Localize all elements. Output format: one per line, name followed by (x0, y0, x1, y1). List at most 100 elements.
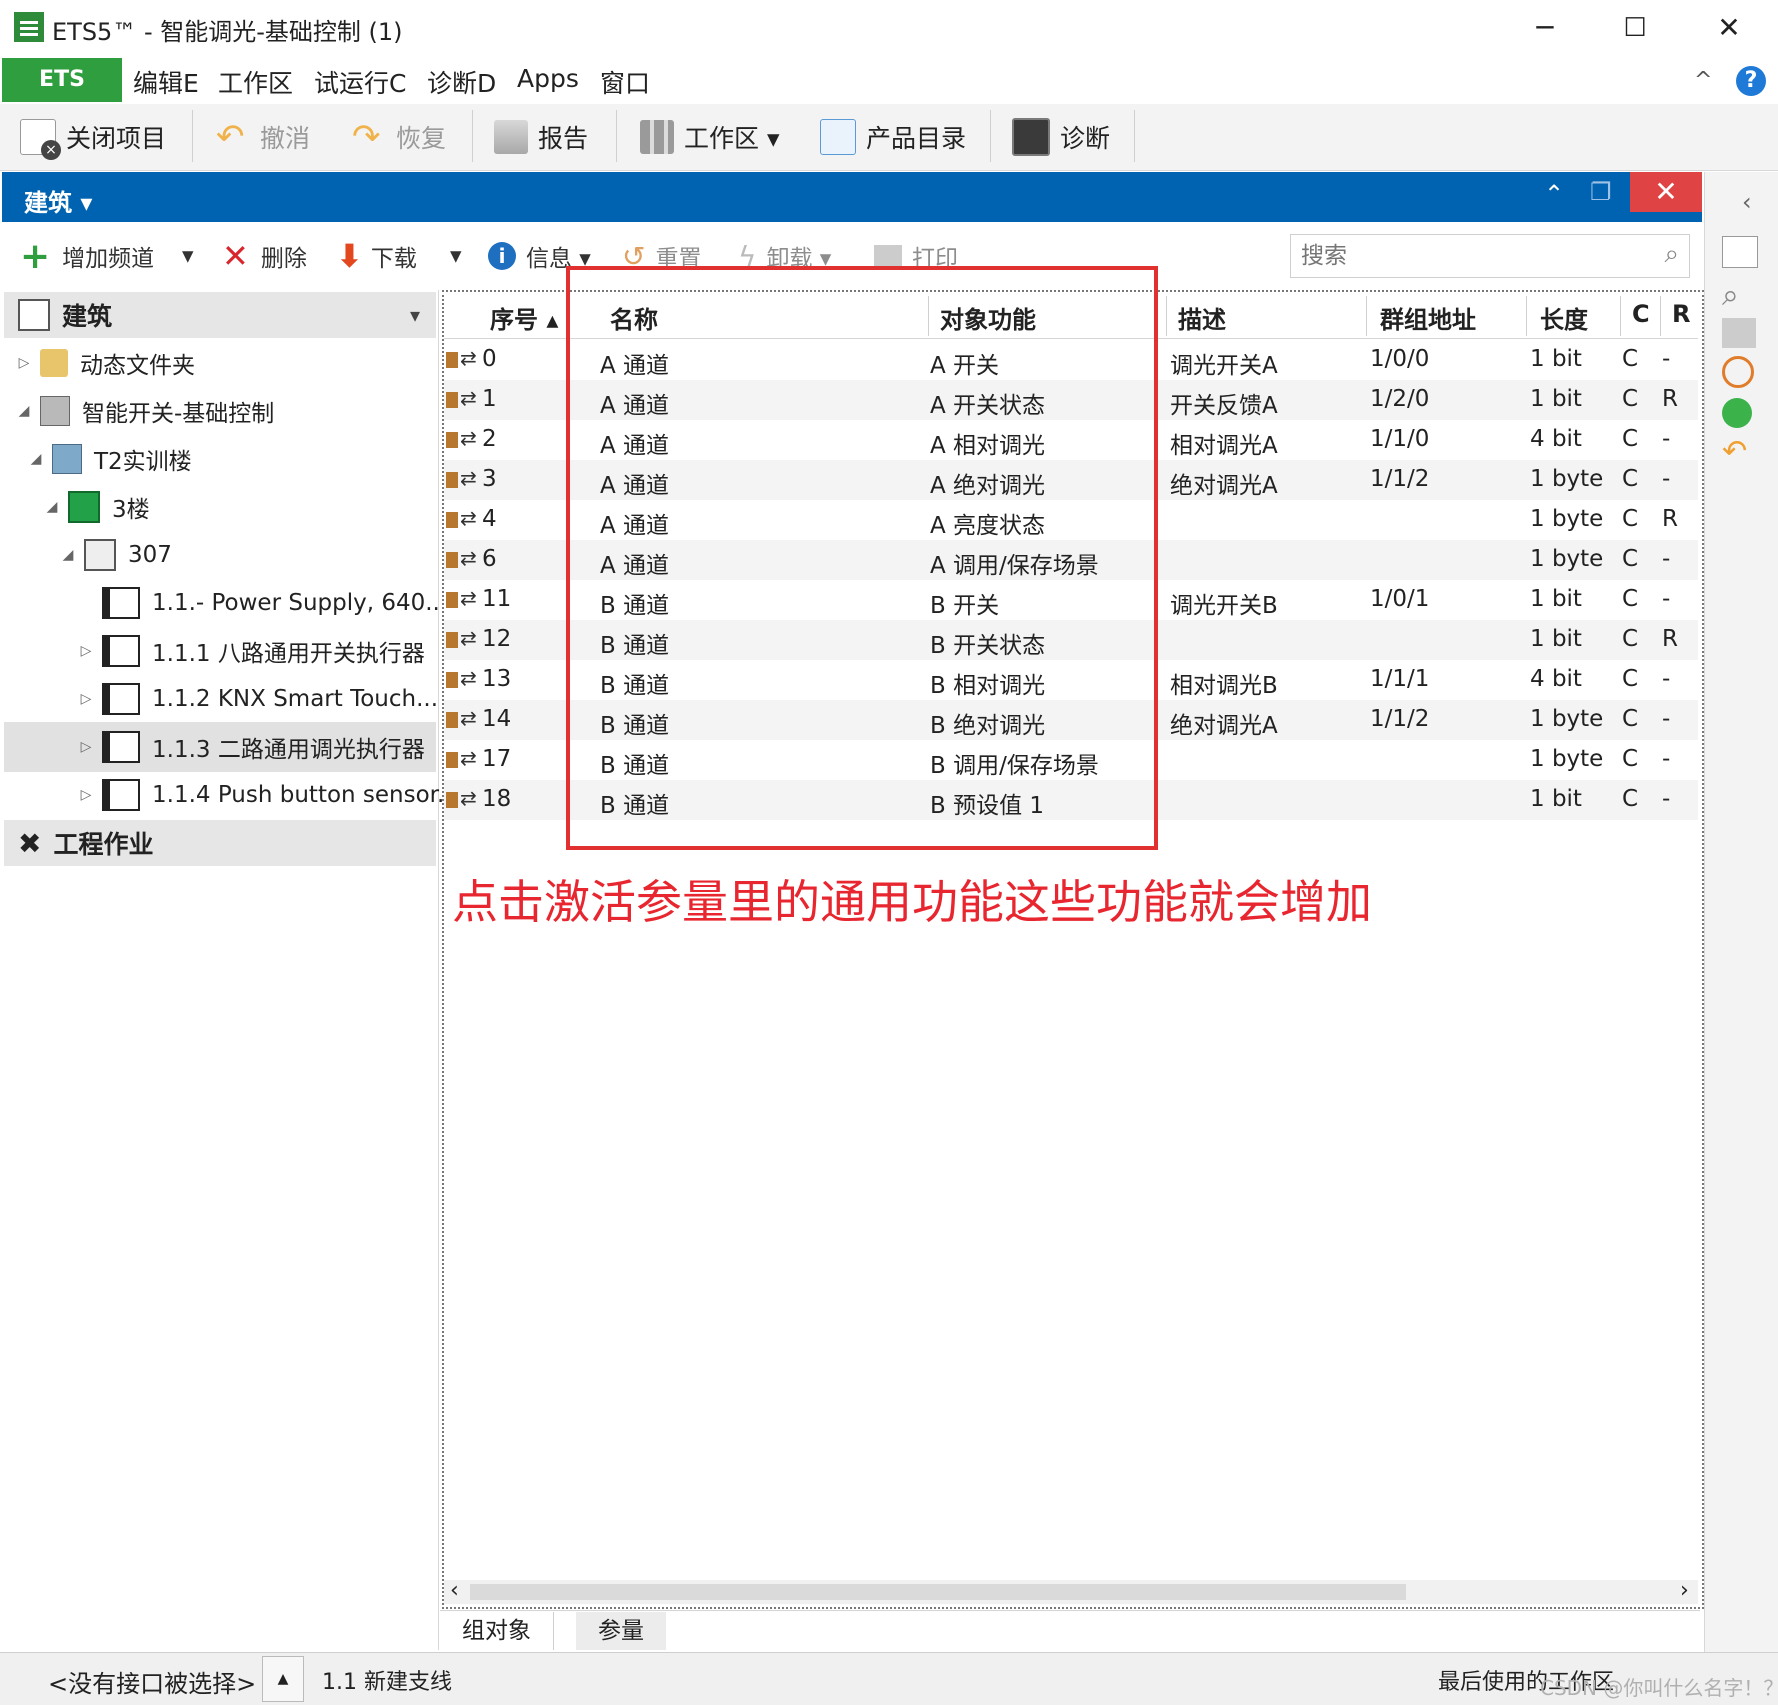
properties-icon[interactable] (1722, 236, 1758, 268)
cell-r-flag: R (1662, 506, 1678, 532)
panel-up-icon[interactable]: ⌃ (1544, 180, 1564, 208)
workspace-button[interactable]: 工作区 ▾ (640, 114, 780, 160)
tree-item-device-1-1-4[interactable]: ▷ 1.1.4 Push button sensor... (78, 772, 459, 818)
expand-arrow-icon[interactable]: ▷ (78, 739, 94, 755)
tree-item-device-power-supply[interactable]: 1.1.- Power Supply, 640... (78, 580, 447, 626)
tree-item-project[interactable]: ◢ 智能开关-基础控制 (16, 388, 274, 434)
collapse-arrow-icon[interactable]: ◢ (28, 451, 44, 467)
panel-icon[interactable] (1722, 318, 1756, 348)
tree-item-device-1-1-1[interactable]: ▷ 1.1.1 八路通用开关执行器 (78, 628, 425, 674)
column-header-group-address[interactable]: 群组地址 (1380, 300, 1476, 335)
minimize-button[interactable]: ─ (1510, 8, 1580, 48)
interface-selector[interactable]: <没有接口被选择> (48, 1664, 256, 1699)
collapse-arrow-icon[interactable]: ◢ (60, 547, 76, 563)
device-icon (102, 731, 140, 763)
column-separator (1620, 296, 1621, 336)
menu-window[interactable]: 窗口 (600, 64, 650, 100)
tree-item-dynamic-folder[interactable]: ▷ 动态文件夹 (16, 340, 195, 386)
room-icon (84, 539, 116, 571)
expand-arrow-icon[interactable]: ▷ (78, 643, 94, 659)
catalog-button[interactable]: 产品目录 (820, 114, 966, 160)
collapse-arrow-icon[interactable]: ◢ (44, 499, 60, 515)
tree-item-label: 307 (128, 542, 172, 568)
tree-section-work[interactable]: ✖ 工程作业 (4, 820, 436, 866)
tree-item-device-1-1-2[interactable]: ▷ 1.1.2 KNX Smart Touch... (78, 676, 438, 722)
close-window-button[interactable]: ✕ (1694, 8, 1764, 48)
ribbon-collapse-icon[interactable]: ^ (1694, 68, 1712, 93)
menu-commissioning[interactable]: 试运行C (314, 64, 406, 100)
add-channel-dropdown[interactable]: ▾ (182, 238, 194, 274)
cell-length: 1 bit (1530, 626, 1582, 652)
menu-apps[interactable]: Apps (517, 64, 579, 93)
panel-restore-icon[interactable]: ❐ (1590, 178, 1612, 206)
column-separator (1166, 296, 1167, 336)
sidebar-collapse-icon[interactable]: ‹ (1742, 188, 1752, 216)
tab-group-objects[interactable]: 组对象 (440, 1612, 554, 1650)
tree-item-floor-3[interactable]: ◢ 3楼 (44, 484, 150, 530)
scrollbar-thumb[interactable] (470, 1584, 1406, 1600)
expand-arrow-icon[interactable]: ▷ (16, 355, 32, 371)
undo-history-icon[interactable]: ↶ (1722, 434, 1756, 469)
download-dropdown[interactable]: ▾ (450, 238, 462, 274)
column-header-length[interactable]: 长度 (1540, 300, 1588, 335)
cell-group-address: 1/0/1 (1370, 586, 1430, 612)
panel-title-dropdown[interactable]: 建筑 ▾ (24, 183, 92, 218)
menu-diagnostics[interactable]: 诊断D (427, 64, 496, 100)
play-icon[interactable] (1722, 398, 1752, 428)
diagnostics-button[interactable]: 诊断 (1012, 114, 1110, 160)
download-button[interactable]: ⬇ 下载 (336, 237, 417, 275)
add-channel-button[interactable]: + 增加频道 (20, 236, 154, 277)
cell-c-flag: C (1622, 466, 1639, 492)
diagnostics-label: 诊断 (1060, 124, 1111, 153)
delete-button[interactable]: ✕ 删除 (222, 237, 307, 275)
search-icon[interactable]: ⌕ (1722, 278, 1756, 313)
maximize-button[interactable]: ☐ (1600, 8, 1670, 48)
scroll-left-arrow-icon[interactable]: ‹ (450, 1578, 459, 1603)
tree-item-room-307[interactable]: ◢ 307 (60, 532, 172, 578)
delete-x-icon: ✕ (222, 237, 249, 275)
cell-c-flag: C (1622, 386, 1639, 412)
interface-up-button[interactable]: ▲ (262, 1656, 304, 1702)
expand-arrow-icon[interactable]: ▷ (78, 691, 94, 707)
tree-section-building[interactable]: 建筑 ▾ (4, 292, 436, 338)
group-object-icon: ⇄ (444, 426, 477, 452)
column-header-description[interactable]: 描述 (1178, 300, 1226, 335)
group-object-icon: ⇄ (444, 786, 477, 812)
cell-group-address: 1/1/0 (1370, 426, 1430, 452)
redo-label: 恢复 (396, 124, 447, 153)
search-icon[interactable]: ⌕ (1664, 239, 1679, 270)
tab-parameters[interactable]: 参量 (576, 1612, 666, 1650)
expand-arrow-icon[interactable]: ▷ (78, 787, 94, 803)
tree-section-dropdown-icon[interactable]: ▾ (410, 303, 420, 327)
tree-item-t2-building[interactable]: ◢ T2实训楼 (28, 436, 192, 482)
cell-c-flag: C (1622, 426, 1639, 452)
collapse-arrow-icon[interactable]: ◢ (16, 403, 32, 419)
catalog-book-icon (820, 119, 856, 155)
close-project-button[interactable]: × 关闭项目 (20, 114, 166, 160)
scroll-right-arrow-icon[interactable]: › (1680, 1578, 1689, 1603)
history-clock-icon[interactable] (1722, 356, 1754, 388)
column-header-c[interactable]: C (1632, 300, 1650, 328)
search-input[interactable] (1299, 241, 1643, 271)
menu-workspace[interactable]: 工作区 (218, 64, 293, 100)
cell-description: 相对调光B (1170, 673, 1278, 699)
tree-item-label: 1.1.4 Push button sensor... (152, 782, 459, 808)
help-icon[interactable]: ? (1736, 66, 1766, 96)
column-separator (1526, 296, 1527, 336)
workspace-icon (640, 120, 674, 154)
cell-c-flag: C (1622, 546, 1639, 572)
column-header-number[interactable]: 序号 ▴ (490, 300, 558, 335)
building-icon (18, 299, 50, 331)
tree-item-device-1-1-3[interactable]: ▷ 1.1.3 二路通用调光执行器 (78, 724, 425, 770)
cell-number: 0 (482, 346, 497, 372)
menu-ets[interactable]: ETS (2, 58, 122, 102)
cell-number: 3 (482, 466, 497, 492)
column-header-r[interactable]: R (1672, 300, 1690, 328)
redo-button[interactable]: ↷ 恢复 (352, 114, 446, 160)
menu-edit[interactable]: 编辑E (133, 64, 199, 100)
report-button[interactable]: 报告 (494, 114, 588, 160)
toolbar-separator (1134, 110, 1135, 162)
undo-button[interactable]: ↶ 撤消 (216, 114, 310, 160)
undo-icon: ↶ (216, 117, 245, 157)
panel-close-button[interactable]: ✕ (1630, 172, 1702, 212)
